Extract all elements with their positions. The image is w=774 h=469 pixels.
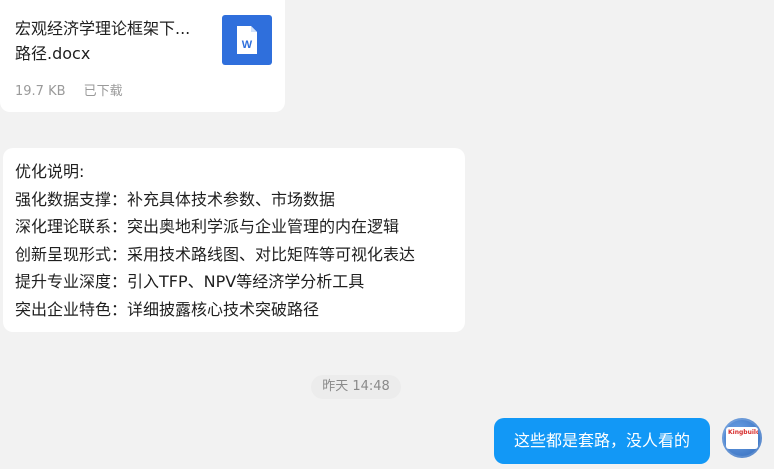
message-line: 提升专业深度：引入TFP、NPV等经济学分析工具 bbox=[15, 272, 365, 291]
file-name-line1: 宏观经济学理论框架下... bbox=[15, 19, 191, 38]
file-meta: 19.7 KB 已下载 bbox=[15, 80, 123, 99]
message-line: 创新呈现形式：采用技术路线图、对比矩阵等可视化表达 bbox=[15, 244, 416, 264]
avatar-logo: Kingbuilder bbox=[726, 427, 758, 449]
document-icon: W bbox=[237, 26, 257, 54]
text-message-bubble[interactable]: 优化说明: 强化数据支撑：补充具体技术参数、市场数据 深化理论联系：突出奥地利学… bbox=[3, 148, 465, 332]
file-name[interactable]: 宏观经济学理论框架下... 路径.docx bbox=[15, 16, 215, 66]
user-avatar[interactable]: Kingbuilder bbox=[722, 418, 762, 458]
message-line: 强化数据支撑：补充具体技术参数、市场数据 bbox=[15, 189, 336, 209]
file-name-line2: 路径.docx bbox=[15, 44, 91, 63]
message-line: 深化理论联系：突出奥地利学派与企业管理的内在逻辑 bbox=[15, 217, 400, 236]
message-timestamp: 昨天 14:48 bbox=[311, 375, 401, 399]
download-status: 已下载 bbox=[83, 84, 123, 99]
my-message-bubble[interactable]: 这些都是套路，没人看的 bbox=[494, 418, 710, 464]
message-line: 突出企业特色：详细披露核心技术突破路径 bbox=[15, 299, 320, 319]
word-doc-icon[interactable]: W bbox=[222, 15, 272, 65]
file-size: 19.7 KB bbox=[15, 84, 66, 99]
word-letter: W bbox=[242, 39, 253, 51]
file-message-card[interactable]: 宏观经济学理论框架下... 路径.docx W 19.7 KB 已下载 bbox=[0, 0, 285, 112]
message-line: 优化说明: bbox=[15, 162, 85, 181]
